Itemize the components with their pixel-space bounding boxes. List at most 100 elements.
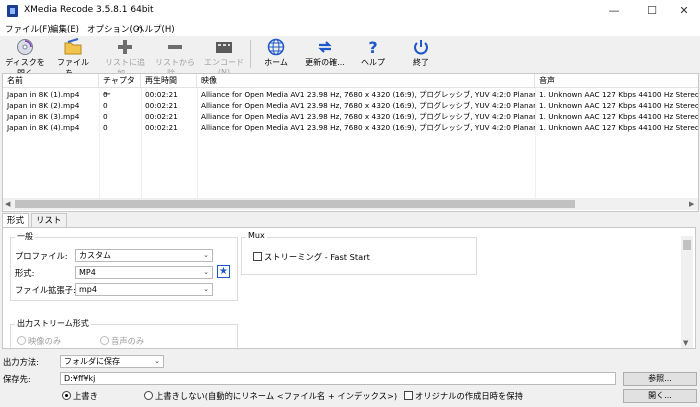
exit-label: 終了 xyxy=(413,58,429,67)
row-video: Alliance for Open Media AV1 23.98 Hz, 76… xyxy=(201,112,535,121)
output-method-value: フォルダに保存 xyxy=(64,357,120,366)
vertical-scroll-thumb[interactable] xyxy=(683,240,691,250)
destination-field[interactable]: D:¥ff¥kj xyxy=(60,372,616,385)
table-row[interactable]: Japan in 8K (2).mp4 0 00:02:21 Alliance for… xyxy=(3,100,698,111)
menu-file[interactable]: ファイル(F) xyxy=(5,23,51,35)
star-icon[interactable]: ★ xyxy=(217,265,230,278)
no-overwrite-label: 上書きしない(自動的にリネーム <ファイル名 + インデックス>) xyxy=(155,391,398,401)
chevron-down-icon: ⌄ xyxy=(203,268,209,276)
keep-date-checkbox[interactable] xyxy=(404,391,413,400)
help-button[interactable]: ? ヘルプ xyxy=(355,36,391,72)
row-duration: 00:02:21 xyxy=(145,90,178,99)
output-method-label: 出力方法: xyxy=(3,357,39,367)
open-folder-button[interactable]: 開く... xyxy=(623,389,697,403)
check-update-button[interactable]: 更新の確... xyxy=(300,36,350,72)
extension-label: ファイル拡張子: xyxy=(15,285,76,295)
scroll-down-icon[interactable]: ▼ xyxy=(683,339,688,347)
profile-value: カスタム xyxy=(79,251,111,260)
destination-value: D:¥ff¥kj xyxy=(64,374,96,383)
profile-label: プロファイル: xyxy=(15,251,68,261)
minimize-button[interactable]: — xyxy=(598,0,630,22)
video-only-label: 映像のみ xyxy=(28,336,62,346)
exit-button[interactable]: 終了 xyxy=(403,36,439,72)
general-group-label: 一般 xyxy=(15,231,35,242)
horizontal-scroll-thumb[interactable] xyxy=(15,200,575,208)
menu-help[interactable]: ヘルプ(H) xyxy=(136,23,175,35)
row-name: Japan in 8K (1).mp4 xyxy=(7,90,80,99)
format-value: MP4 xyxy=(79,268,96,277)
close-button[interactable]: ✕ xyxy=(668,0,700,22)
folder-icon xyxy=(63,38,83,56)
row-video: Alliance for Open Media AV1 23.98 Hz, 76… xyxy=(201,101,535,110)
row-duration: 00:02:21 xyxy=(145,123,178,132)
profile-select[interactable]: カスタム ⌄ xyxy=(75,249,213,262)
chevron-down-icon: ⌄ xyxy=(154,357,160,365)
help-label: ヘルプ xyxy=(361,58,385,67)
column-header-name[interactable]: 名前 xyxy=(3,74,99,88)
open-disc-button[interactable]: ディスクを開く xyxy=(2,36,48,78)
scroll-right-icon[interactable]: ▶ xyxy=(689,200,694,208)
minus-icon xyxy=(165,38,185,56)
extension-value: mp4 xyxy=(79,285,97,294)
browse-button[interactable]: 参照... xyxy=(623,372,697,386)
row-audio: 1. Unknown AAC 127 Kbps 44100 Hz Stereo xyxy=(539,112,698,121)
row-chapter: 0 xyxy=(103,90,108,99)
toolbar-separator xyxy=(250,40,251,68)
column-header-duration[interactable]: 再生時間 xyxy=(141,74,197,88)
chevron-down-icon: ⌄ xyxy=(203,251,209,259)
overwrite-radio[interactable] xyxy=(62,391,71,400)
row-video: Alliance for Open Media AV1 23.98 Hz, 76… xyxy=(201,123,535,132)
output-method-select[interactable]: フォルダに保存 ⌄ xyxy=(60,355,164,368)
home-button[interactable]: ホーム xyxy=(256,36,296,72)
disc-icon xyxy=(15,38,35,56)
tab-list[interactable]: リスト xyxy=(31,213,67,227)
table-row[interactable]: Japan in 8K (1).mp4 0 00:02:21 Alliance for… xyxy=(3,89,698,100)
window-title: XMedia Recode 3.5.8.1 64bit xyxy=(24,5,154,15)
row-video: Alliance for Open Media AV1 23.98 Hz, 76… xyxy=(201,90,535,99)
overwrite-label: 上書き xyxy=(73,391,98,401)
encode-icon xyxy=(214,38,234,56)
streaming-label: ストリーミング - Fast Start xyxy=(264,252,370,262)
scroll-left-icon[interactable]: ◀ xyxy=(5,200,10,208)
vertical-scrollbar[interactable]: ▼ xyxy=(681,236,693,348)
no-overwrite-radio[interactable] xyxy=(144,391,153,400)
open-file-button[interactable]: ファイルを... xyxy=(50,36,96,78)
row-chapter: 0 xyxy=(103,101,108,110)
toolbar: ディスクを開く ファイルを... リストに追加... リストから除... エンコ… xyxy=(0,36,700,78)
row-duration: 00:02:21 xyxy=(145,101,178,110)
home-label: ホーム xyxy=(264,58,288,67)
extension-select[interactable]: mp4 ⌄ xyxy=(75,283,213,296)
column-header-chapter[interactable]: チャプター xyxy=(99,74,141,99)
format-select[interactable]: MP4 ⌄ xyxy=(75,266,213,279)
table-row[interactable]: Japan in 8K (4).mp4 0 00:02:21 Alliance for… xyxy=(3,122,698,133)
globe-icon xyxy=(266,38,286,56)
row-audio: 1. Unknown AAC 127 Kbps 44100 Hz Stereo xyxy=(539,123,698,132)
remove-from-list-button[interactable]: リストから除... xyxy=(151,36,199,78)
file-list[interactable]: 名前 チャプター 再生時間 映像 音声 Japan in 8K (1).mp4 0… xyxy=(2,73,699,212)
audio-only-label: 音声のみ xyxy=(111,336,145,346)
row-name: Japan in 8K (2).mp4 xyxy=(7,101,80,110)
menu-bar: ファイル(F) 編集(E) オプション(O) ヘルプ(H) xyxy=(0,22,700,36)
maximize-button[interactable]: ☐ xyxy=(636,0,668,22)
add-to-list-button[interactable]: リストに追加... xyxy=(100,36,150,78)
row-name: Japan in 8K (3).mp4 xyxy=(7,112,80,121)
row-duration: 00:02:21 xyxy=(145,112,178,121)
row-audio: 1. Unknown AAC 127 Kbps 44100 Hz Stereo xyxy=(539,101,698,110)
row-chapter: 0 xyxy=(103,123,108,132)
tab-format[interactable]: 形式 xyxy=(2,213,30,228)
column-header-audio[interactable]: 音声 xyxy=(535,74,698,88)
horizontal-scrollbar[interactable]: ◀ ▶ xyxy=(3,198,698,210)
title-bar: XMedia Recode 3.5.8.1 64bit — ☐ ✕ xyxy=(0,0,700,22)
streaming-checkbox[interactable] xyxy=(253,252,262,261)
encode-button[interactable]: エンコード(N) xyxy=(201,36,247,77)
destination-label: 保存先: xyxy=(3,374,31,384)
table-row[interactable]: Japan in 8K (3).mp4 0 00:02:21 Alliance for… xyxy=(3,111,698,122)
audio-only-radio[interactable] xyxy=(100,336,109,345)
row-chapter: 0 xyxy=(103,112,108,121)
power-icon xyxy=(411,38,431,56)
column-header-video[interactable]: 映像 xyxy=(197,74,535,88)
refresh-icon xyxy=(315,38,335,56)
menu-edit[interactable]: 編集(E) xyxy=(50,23,79,35)
menu-options[interactable]: オプション(O) xyxy=(87,23,143,35)
video-only-radio[interactable] xyxy=(17,336,26,345)
